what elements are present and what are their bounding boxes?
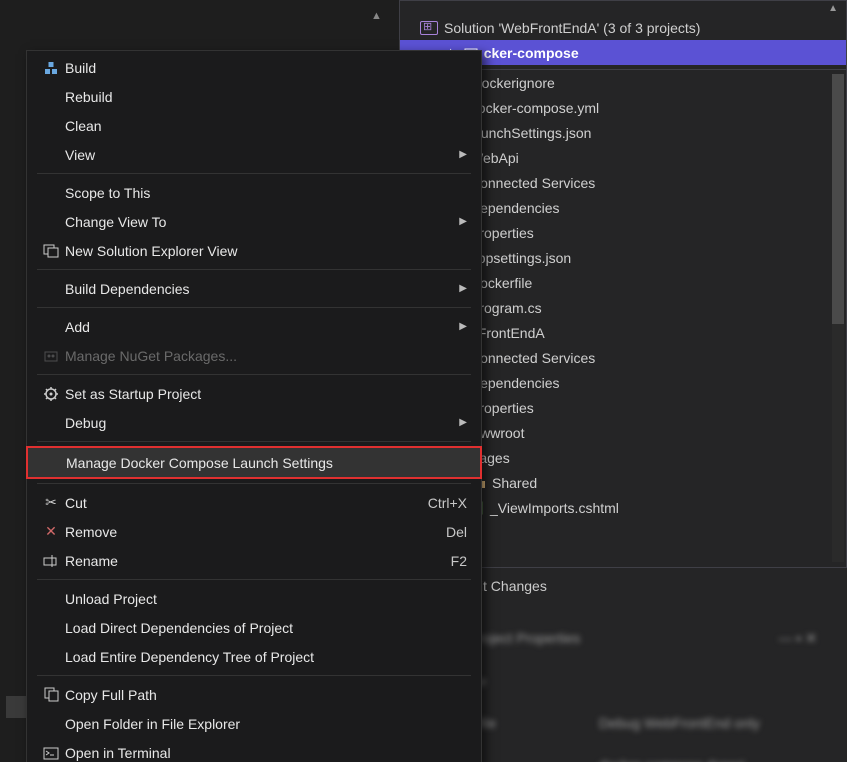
menu-separator xyxy=(37,173,471,174)
menu-load-entire-deps[interactable]: Load Entire Dependency Tree of Project xyxy=(27,642,481,671)
terminal-icon xyxy=(37,746,65,760)
menu-manage-docker-compose[interactable]: Manage Docker Compose Launch Settings xyxy=(26,446,482,479)
tree-label: launchSettings.json xyxy=(470,125,591,141)
submenu-arrow-icon: ▶ xyxy=(459,321,467,332)
scroll-up-icon[interactable]: ▲ xyxy=(371,10,382,22)
nuget-icon xyxy=(37,348,65,364)
menu-open-terminal[interactable]: Open in Terminal xyxy=(27,738,481,762)
menu-debug[interactable]: Debug▶ xyxy=(27,408,481,437)
solution-icon xyxy=(420,21,438,35)
menu-load-direct-deps[interactable]: Load Direct Dependencies of Project xyxy=(27,613,481,642)
menu-unload-project[interactable]: Unload Project xyxy=(27,584,481,613)
menu-manage-nuget: Manage NuGet Packages... xyxy=(27,341,481,370)
tree-label: Dependencies xyxy=(470,375,560,391)
menu-open-folder[interactable]: Open Folder in File Explorer xyxy=(27,709,481,738)
tree-label: Connected Services xyxy=(470,175,595,191)
new-window-icon xyxy=(37,244,65,258)
menu-scope-to-this[interactable]: Scope to This xyxy=(27,178,481,207)
menu-separator xyxy=(37,441,471,442)
build-icon xyxy=(37,60,65,76)
menu-rename[interactable]: Rename F2 xyxy=(27,546,481,575)
submenu-arrow-icon: ▶ xyxy=(459,149,467,160)
pane-controls[interactable]: — ▪ ✕ xyxy=(779,630,817,647)
menu-rebuild[interactable]: Rebuild xyxy=(27,82,481,111)
shortcut: Ctrl+X xyxy=(428,495,467,511)
menu-separator xyxy=(37,269,471,270)
submenu-arrow-icon: ▶ xyxy=(459,283,467,294)
tree-label: Shared xyxy=(492,475,537,491)
menu-change-view-to[interactable]: Change View To▶ xyxy=(27,207,481,236)
properties-title: Project Properties xyxy=(469,630,580,647)
menu-add[interactable]: Add▶ xyxy=(27,312,481,341)
solution-root[interactable]: Solution 'WebFrontEndA' (3 of 3 projects… xyxy=(400,15,846,40)
menu-separator xyxy=(37,307,471,308)
menu-copy-full-path[interactable]: Copy Full Path xyxy=(27,680,481,709)
copy-icon xyxy=(37,687,65,702)
shortcut: F2 xyxy=(451,553,467,569)
tree-label: Dependencies xyxy=(470,200,560,216)
submenu-arrow-icon: ▶ xyxy=(459,216,467,227)
menu-cut[interactable]: ✂ Cut Ctrl+X xyxy=(27,488,481,517)
menu-view[interactable]: View▶ xyxy=(27,140,481,169)
menu-clean[interactable]: Clean xyxy=(27,111,481,140)
rename-icon xyxy=(37,554,65,568)
submenu-arrow-icon: ▶ xyxy=(459,417,467,428)
menu-new-solution-explorer-view[interactable]: New Solution Explorer View xyxy=(27,236,481,265)
tree-label: .dockerignore xyxy=(470,75,555,91)
gear-icon xyxy=(37,386,65,402)
menu-set-startup[interactable]: Set as Startup Project xyxy=(27,379,481,408)
menu-remove[interactable]: ✕ Remove Del xyxy=(27,517,481,546)
panel-scroll-up-icon[interactable] xyxy=(400,1,846,15)
project-context-menu: Build Rebuild Clean View▶ Scope to This … xyxy=(26,50,482,762)
menu-build-dependencies[interactable]: Build Dependencies▶ xyxy=(27,274,481,303)
delete-icon: ✕ xyxy=(37,523,65,540)
menu-build[interactable]: Build xyxy=(27,53,481,82)
scrollbar-thumb[interactable] xyxy=(832,74,844,324)
cut-icon: ✂ xyxy=(37,494,65,511)
shortcut: Del xyxy=(446,524,467,540)
solution-title: Solution 'WebFrontEndA' (3 of 3 projects… xyxy=(444,20,700,36)
menu-separator xyxy=(37,675,471,676)
menu-separator xyxy=(37,483,471,484)
tree-label: _ViewImports.cshtml xyxy=(490,500,619,516)
menu-separator xyxy=(37,579,471,580)
menu-separator xyxy=(37,374,471,375)
tree-label: docker-compose.yml xyxy=(470,100,599,116)
tree-label: Connected Services xyxy=(470,350,595,366)
tree-label: appsettings.json xyxy=(470,250,571,266)
project-name: cker-compose xyxy=(484,45,579,61)
